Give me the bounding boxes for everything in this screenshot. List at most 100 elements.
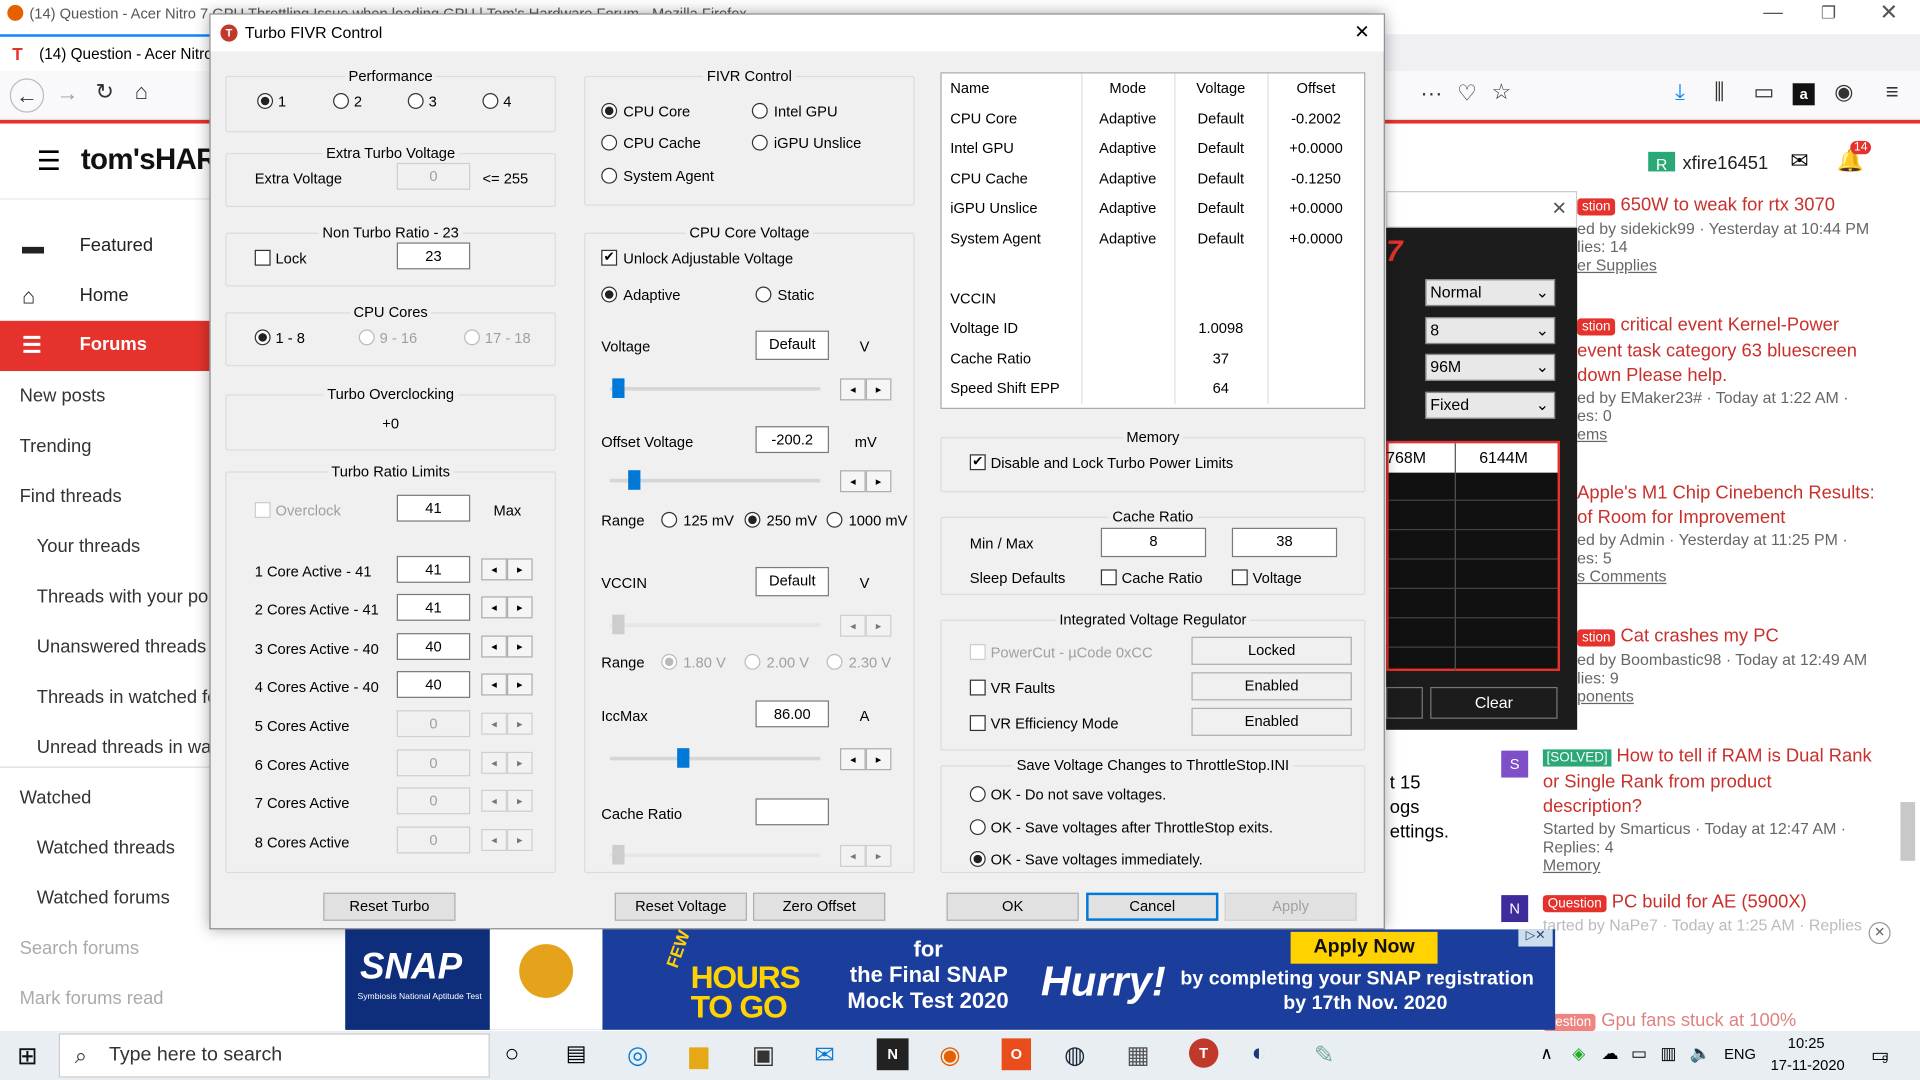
adaptive-radio[interactable]	[601, 286, 618, 303]
vccin-range-radio-230[interactable]	[826, 653, 843, 670]
cache-ratio-spinner[interactable]: ◂ ▸	[840, 844, 892, 867]
language-indicator[interactable]: ENG	[1724, 1046, 1756, 1063]
thread-forum[interactable]: ems	[1577, 425, 1883, 443]
locked-button[interactable]: Locked	[1191, 636, 1352, 665]
download-icon[interactable]: ⤓	[1675, 80, 1685, 106]
forward-icon[interactable]: →	[56, 81, 78, 107]
app-icon[interactable]: ◐	[1251, 1040, 1266, 1068]
disable-lock-power-limits-checkbox[interactable]: ✔	[969, 454, 986, 471]
perf-radio-3[interactable]	[407, 93, 424, 109]
cores-radio-9-16[interactable]	[358, 329, 375, 346]
save-radio-immediately[interactable]	[969, 851, 986, 867]
mail-icon[interactable]: ✉	[1790, 148, 1808, 174]
minimize-icon[interactable]: —	[1763, 2, 1783, 24]
ratio-spinner-1[interactable]: ◂ ▸	[481, 558, 533, 581]
list-item[interactable]: [SOLVED] How to tell if RAM is Dual Rank…	[1542, 744, 1874, 874]
ratio-spinner-8[interactable]: ◂ ▸	[481, 828, 533, 852]
taskbar-search[interactable]: ⌕ Type here to search	[58, 1033, 490, 1078]
unlock-voltage-checkbox[interactable]: ✔	[601, 249, 618, 266]
list-item[interactable]: uestion Gpu fans stuck at 100%	[1542, 1009, 1898, 1032]
range-radio-125[interactable]	[661, 511, 678, 528]
pocket-icon[interactable]: ♡	[1457, 81, 1477, 107]
restore-icon[interactable]: ❐	[1821, 2, 1836, 23]
ad-banner[interactable]: SNAP Symbiosis National Aptitude Test FE…	[345, 928, 1556, 1030]
mail-app-icon[interactable]: ✉	[814, 1040, 835, 1071]
voltage-slider-thumb[interactable]	[612, 378, 625, 398]
home-icon[interactable]: ⌂	[135, 80, 148, 106]
save-radio-after-exit[interactable]	[969, 819, 986, 836]
vr-efficiency-checkbox[interactable]	[969, 715, 986, 732]
ratio-input-2[interactable]: 41	[396, 593, 471, 621]
reset-turbo-button[interactable]: Reset Turbo	[323, 892, 456, 921]
offset-spinner[interactable]: ◂ ▸	[840, 470, 892, 493]
steam-icon[interactable]: ◍	[1064, 1040, 1085, 1071]
perf-radio-4[interactable]	[482, 93, 499, 109]
zero-offset-button[interactable]: Zero Offset	[753, 892, 886, 921]
avatar[interactable]: N	[1501, 895, 1529, 923]
avatar[interactable]: S	[1501, 750, 1529, 778]
hamburger-icon[interactable]: ☰	[37, 146, 61, 178]
onedrive-icon[interactable]: ☁	[1602, 1043, 1619, 1064]
overclock-input[interactable]: 41	[396, 494, 471, 522]
cache-ratio-input[interactable]	[755, 798, 829, 826]
ad-choices-icon[interactable]: ▷✕	[1518, 929, 1553, 947]
ratio-spinner-6[interactable]: ◂ ▸	[481, 751, 533, 774]
extra-voltage-input[interactable]: 0	[396, 162, 471, 190]
cache-max-input[interactable]: 38	[1231, 527, 1338, 558]
scrollbar-thumb[interactable]	[1900, 802, 1916, 861]
tray-chevron-icon[interactable]: ∧	[1540, 1043, 1553, 1064]
cache-select[interactable]: 96M ⌄	[1425, 353, 1556, 381]
vccin-slider-thumb[interactable]	[612, 614, 625, 635]
perf-radio-2[interactable]	[333, 93, 349, 109]
library-icon[interactable]: ⫼	[1714, 80, 1724, 106]
list-item[interactable]: stion critical event Kernel-Power event …	[1577, 313, 1883, 443]
power-profile-select[interactable]: Normal ⌄	[1425, 279, 1556, 307]
screenshot-icon[interactable]: ▦	[1127, 1040, 1150, 1071]
apply-button[interactable]: Apply	[1224, 892, 1357, 921]
window-close-icon[interactable]: ✕	[1880, 0, 1898, 26]
network-icon[interactable]: ▥	[1660, 1043, 1676, 1064]
edge-icon[interactable]: ◎	[627, 1040, 648, 1071]
back-icon[interactable]: ←	[9, 78, 45, 113]
sidebar-item-search-forums[interactable]: Search forums	[20, 924, 304, 973]
thread-title[interactable]: critical event Kernel-Power event task c…	[1577, 315, 1857, 386]
offset-slider-thumb[interactable]	[627, 470, 640, 490]
iccmax-slider[interactable]	[609, 756, 821, 761]
vr-faults-enabled-button[interactable]: Enabled	[1191, 672, 1352, 701]
vccin-range-radio-180[interactable]	[661, 653, 678, 670]
task-view-icon[interactable]: ▤	[566, 1041, 587, 1067]
offset-voltage-input[interactable]: -200.2	[755, 426, 829, 454]
overclock-checkbox[interactable]	[254, 502, 271, 518]
ratio-spinner-7[interactable]: ◂ ▸	[481, 789, 533, 812]
cache-ratio-slider[interactable]	[609, 853, 821, 858]
vr-faults-checkbox[interactable]	[969, 679, 986, 696]
cache-min-input[interactable]: 8	[1100, 527, 1207, 558]
thread-title[interactable]: Cat crashes my PC	[1621, 626, 1779, 647]
site-logo[interactable]: tom'sHAR	[81, 143, 218, 177]
apply-now-button[interactable]: Apply Now	[1290, 931, 1438, 964]
vccin-spinner[interactable]: ◂ ▸	[840, 614, 892, 637]
thread-forum[interactable]: ponents	[1577, 687, 1883, 705]
ratio-spinner-5[interactable]: ◂ ▸	[481, 712, 533, 735]
voltage-default-button[interactable]: Default	[755, 330, 829, 361]
ratio-spinner-3[interactable]: ◂ ▸	[481, 635, 533, 658]
bg-button[interactable]	[1386, 686, 1423, 719]
clear-button[interactable]: Clear	[1430, 686, 1558, 719]
static-radio[interactable]	[755, 286, 772, 303]
range-radio-1000[interactable]	[826, 511, 843, 528]
tray-app-icon[interactable]: ◈	[1572, 1043, 1585, 1064]
sleep-cache-ratio-checkbox[interactable]	[1100, 569, 1117, 586]
cancel-button[interactable]: Cancel	[1086, 892, 1219, 921]
clock-date[interactable]: 17-11-2020	[1771, 1057, 1845, 1074]
paint-icon[interactable]: ✎	[1314, 1040, 1335, 1071]
thread-title[interactable]: PC build for AE (5900X)	[1612, 891, 1807, 912]
office-icon[interactable]: O	[1001, 1038, 1032, 1071]
list-item[interactable]: stion Cat crashes my PC ed by Boombastic…	[1577, 624, 1883, 705]
powercut-checkbox[interactable]	[969, 644, 986, 661]
mode-select[interactable]: Fixed ⌄	[1425, 391, 1556, 419]
list-item[interactable]: stion 650W to weak for rtx 3070 ed by si…	[1577, 193, 1871, 274]
ratio-spinner-4[interactable]: ◂ ▸	[481, 673, 533, 696]
bookmark-star-icon[interactable]: ☆	[1491, 80, 1511, 106]
iccmax-spinner[interactable]: ◂ ▸	[840, 748, 892, 771]
save-radio-do-not-save[interactable]	[969, 786, 986, 803]
